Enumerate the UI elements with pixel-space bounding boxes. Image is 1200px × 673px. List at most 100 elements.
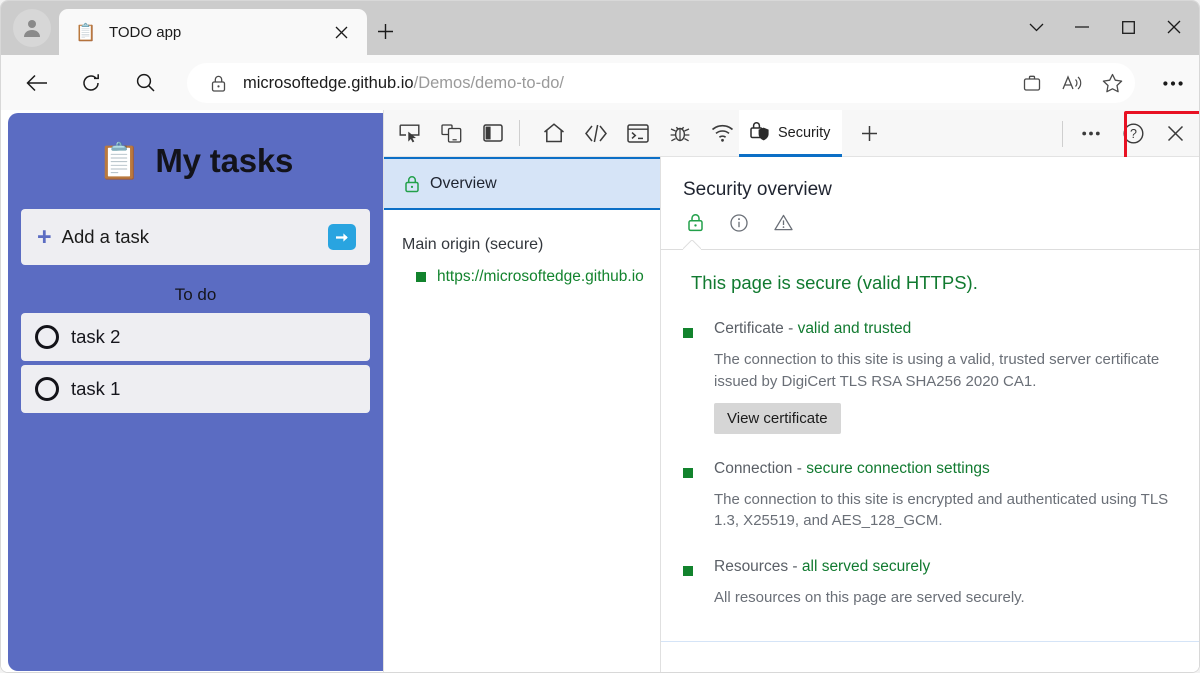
browser-window: 📋 TODO app microsoftedge.github.io/Demos… (0, 0, 1200, 673)
address-bar[interactable]: microsoftedge.github.io/Demos/demo-to-do… (187, 63, 1135, 103)
arrow-right-icon[interactable] (328, 224, 356, 250)
browser-tab[interactable]: 📋 TODO app (59, 9, 367, 55)
address-bar-url: microsoftedge.github.io/Demos/demo-to-do… (243, 74, 1015, 93)
task-checkbox[interactable] (35, 325, 59, 349)
sidebar-item-overview-label: Overview (430, 174, 497, 192)
elements-icon[interactable] (579, 116, 613, 150)
secure-state-indicator-icon (683, 467, 693, 478)
dock-side-icon[interactable] (476, 116, 510, 150)
maximize-icon[interactable] (1105, 7, 1151, 47)
security-lock-shield-icon (749, 120, 770, 147)
section-description: All resources on this page are served se… (714, 589, 1025, 606)
browser-toolbar: microsoftedge.github.io/Demos/demo-to-do… (1, 55, 1199, 110)
page-area: 📋 My tasks + Add a task To do task 2 tas… (1, 109, 1199, 672)
task-checkbox[interactable] (35, 377, 59, 401)
panel-bottom-divider (661, 641, 1199, 642)
info-icon[interactable] (730, 213, 748, 237)
reload-icon[interactable] (73, 65, 109, 101)
svg-text:?: ? (1130, 127, 1137, 141)
window-close-icon[interactable] (1151, 7, 1197, 47)
inspect-element-icon[interactable] (392, 116, 426, 150)
security-headline: This page is secure (valid HTTPS). (691, 272, 978, 293)
network-icon[interactable] (705, 116, 739, 150)
origin-url: https://microsoftedge.github.io (437, 268, 644, 285)
back-arrow-icon[interactable] (19, 65, 55, 101)
section-status: secure connection settings (806, 459, 990, 477)
toolbar-divider (1062, 120, 1063, 147)
window-controls (1013, 7, 1197, 47)
warning-icon[interactable] (774, 214, 793, 236)
help-icon[interactable]: ? (1116, 117, 1150, 151)
todo-app: 📋 My tasks + Add a task To do task 2 tas… (8, 113, 383, 671)
chevron-down-icon[interactable] (1013, 7, 1059, 47)
callout-caret-icon (683, 240, 701, 250)
add-panel-button[interactable] (852, 116, 886, 150)
read-aloud-icon[interactable] (1055, 66, 1089, 100)
url-host: microsoftedge.github.io (243, 73, 414, 92)
security-section-certificate: Certificate - valid and trusted The conn… (683, 320, 1199, 434)
devtools-close-icon[interactable] (1158, 117, 1192, 151)
device-emulation-icon[interactable] (434, 116, 468, 150)
todo-section-label: To do (174, 285, 217, 304)
tab-security[interactable]: Security (739, 109, 843, 157)
section-name: Certificate (714, 320, 784, 337)
page-viewport: 📋 My tasks + Add a task To do task 2 tas… (1, 110, 383, 672)
task-label: task 1 (71, 378, 121, 399)
console-icon[interactable] (621, 116, 655, 150)
add-task-placeholder: Add a task (61, 226, 150, 247)
section-title: Certificate - valid and trusted (714, 320, 1184, 338)
search-icon[interactable] (127, 65, 163, 101)
minimize-icon[interactable] (1059, 7, 1105, 47)
devtools-more-icon[interactable] (1074, 117, 1108, 151)
list-item[interactable]: task 2 (21, 313, 370, 361)
security-sidebar: Overview Main origin (secure) https://mi… (384, 157, 661, 672)
star-icon[interactable] (1095, 66, 1129, 100)
toolbar-divider (519, 120, 520, 146)
sidebar-item-overview[interactable]: Overview (384, 157, 660, 210)
tab-security-label: Security (778, 125, 831, 141)
new-tab-button[interactable] (369, 15, 401, 47)
close-icon[interactable] (327, 18, 355, 46)
lock-secure-icon[interactable] (687, 213, 704, 237)
collections-icon[interactable] (1015, 66, 1049, 100)
security-section-resources: Resources - all served securely All reso… (683, 558, 1199, 609)
section-name: Connection (714, 459, 793, 477)
lock-icon[interactable] (207, 75, 229, 92)
security-overview-title: Security overview (683, 179, 832, 200)
security-overview-main: Security overview This page is secure (v… (661, 157, 1199, 672)
secure-state-indicator-icon (683, 566, 693, 576)
add-task-input[interactable]: + Add a task (21, 209, 370, 265)
title-bar: 📋 TODO app (1, 1, 1199, 55)
security-state-icons (687, 213, 1199, 237)
section-title: Connection - secure connection settings (714, 460, 1184, 478)
devtools-toolbar: Security ? (384, 109, 1199, 161)
todo-header: 📋 My tasks (8, 113, 383, 209)
section-separator: - (792, 459, 807, 477)
section-divider (661, 249, 1199, 250)
sidebar-item-origin[interactable]: https://microsoftedge.github.io (416, 268, 660, 286)
section-status: all served securely (801, 558, 931, 575)
section-separator: - (788, 558, 802, 575)
plus-icon: + (37, 222, 52, 251)
account-avatar-icon[interactable] (13, 9, 51, 47)
section-title: Resources - all served securely (714, 558, 1025, 576)
section-description: The connection to this site is using a v… (714, 351, 1160, 390)
debugger-icon[interactable] (663, 116, 697, 150)
security-section-connection: Connection - secure connection settings … (683, 460, 1199, 533)
devtools-toolbar-right: ? (1053, 110, 1198, 157)
url-path: /Demos/demo-to-do/ (413, 73, 565, 92)
secure-state-indicator-icon (416, 272, 426, 282)
browser-settings-more-icon[interactable] (1155, 65, 1191, 101)
secure-state-indicator-icon (683, 328, 693, 338)
list-item[interactable]: task 1 (21, 365, 370, 413)
view-certificate-button[interactable]: View certificate (714, 402, 841, 434)
origin-group-title: Main origin (secure) (402, 236, 544, 253)
section-name: Resources (714, 558, 789, 575)
task-label: task 2 (71, 326, 121, 347)
clipboard-icon: 📋 (97, 141, 142, 181)
tab-title: TODO app (109, 23, 182, 41)
section-description: The connection to this site is encrypted… (714, 490, 1169, 530)
welcome-home-icon[interactable] (537, 116, 571, 150)
page-title: My tasks (155, 142, 294, 179)
section-separator: - (783, 320, 798, 337)
